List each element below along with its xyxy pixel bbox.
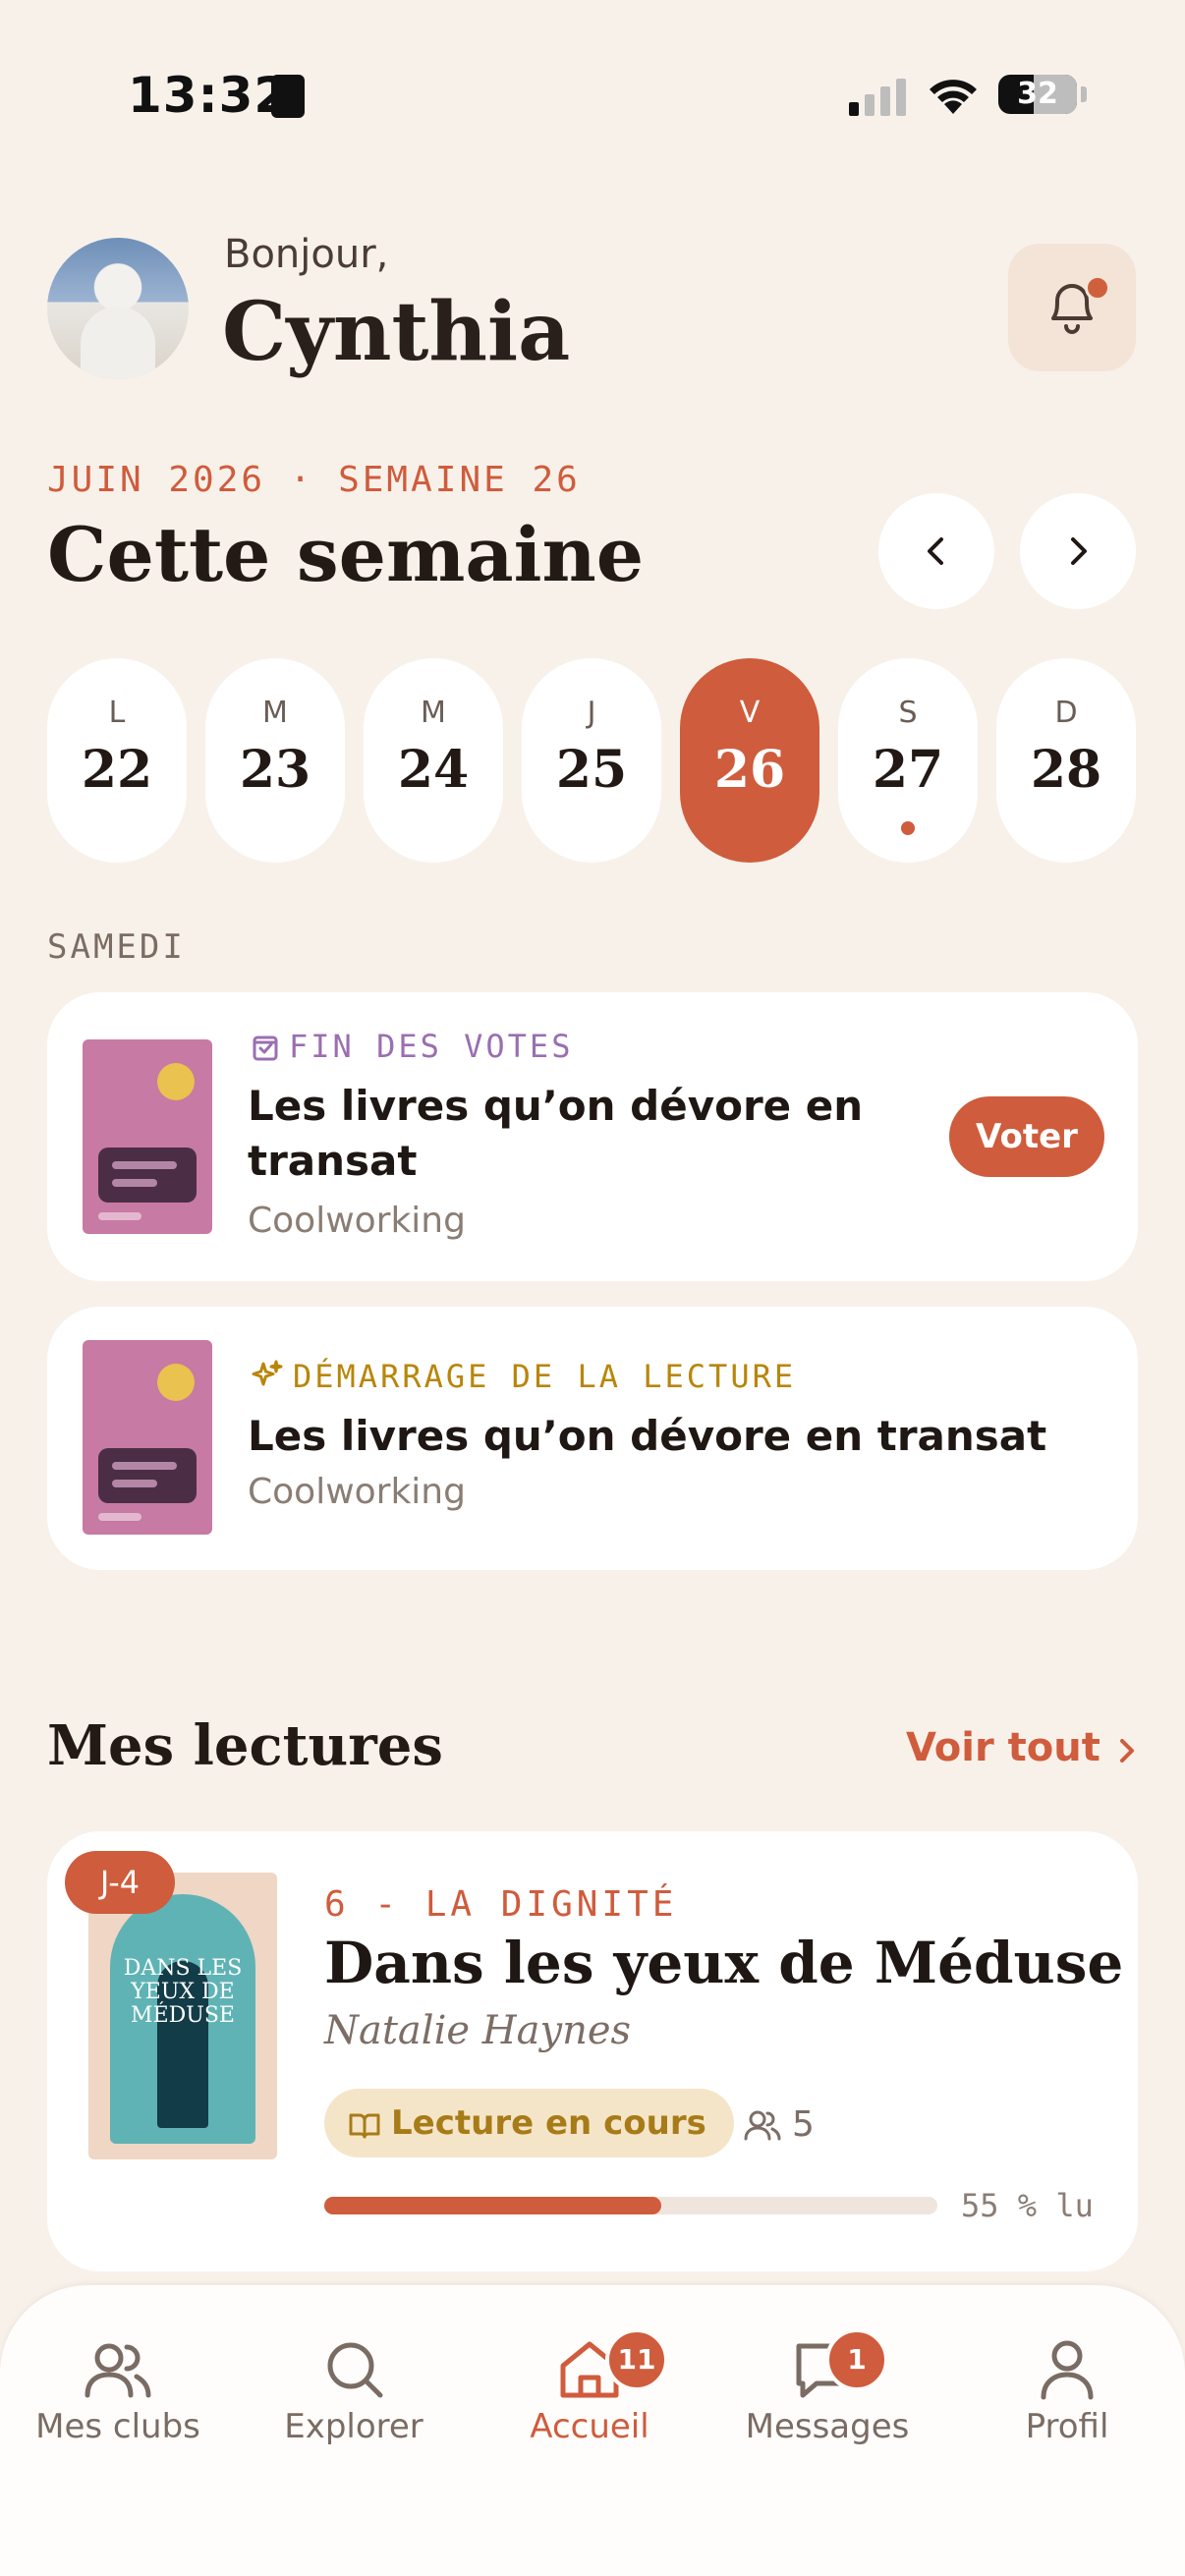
event-club: Coolworking bbox=[248, 1201, 466, 1241]
day-letter: L bbox=[108, 696, 126, 730]
next-week-button[interactable] bbox=[1020, 493, 1136, 609]
chevron-right-icon bbox=[1119, 1739, 1134, 1763]
countdown-badge: J-4 bbox=[65, 1851, 175, 1914]
battery-level: 32 bbox=[1017, 77, 1058, 111]
notification-dot bbox=[1085, 275, 1110, 301]
readings-section-title: Mes lectures bbox=[47, 1713, 443, 1778]
wifi-icon bbox=[930, 80, 977, 114]
search-icon bbox=[327, 2342, 383, 2398]
cover-text: DANS LES YEUX DE MÉDUSE bbox=[123, 1956, 243, 2028]
book-card[interactable]: DANS LES YEUX DE MÉDUSE J-4 6 - LA DIGNI… bbox=[47, 1831, 1138, 2271]
day-number: 22 bbox=[81, 740, 153, 800]
users-icon bbox=[85, 2343, 151, 2398]
greeting: Bonjour, bbox=[224, 232, 389, 277]
avatar[interactable] bbox=[47, 238, 189, 379]
sim-card-icon bbox=[271, 75, 305, 118]
user-name: Cynthia bbox=[222, 285, 571, 379]
tab-label: Messages bbox=[745, 2407, 910, 2446]
open-book-icon bbox=[349, 2113, 380, 2139]
battery-icon: 32 bbox=[998, 75, 1077, 114]
day-letter: D bbox=[1054, 696, 1078, 730]
previous-week-button[interactable] bbox=[878, 493, 994, 609]
tab-label: Mes clubs bbox=[35, 2407, 200, 2446]
tab-label: Accueil bbox=[530, 2407, 649, 2446]
day-sunday[interactable]: D 28 bbox=[996, 658, 1136, 863]
user-icon bbox=[1041, 2340, 1094, 2400]
sparkles-icon bbox=[252, 1360, 283, 1386]
reading-progress-label: 55 % lu bbox=[961, 2187, 1094, 2224]
day-thursday[interactable]: J 25 bbox=[522, 658, 661, 863]
tab-badge: 1 bbox=[825, 2328, 888, 2391]
chevron-right-icon bbox=[1071, 537, 1087, 565]
book-cover: DANS LES YEUX DE MÉDUSE bbox=[88, 1873, 277, 2159]
day-wednesday[interactable]: M 24 bbox=[364, 658, 503, 863]
event-title: Les livres qu’on dévore en transat bbox=[248, 1079, 863, 1189]
club-members: 5 bbox=[743, 2104, 815, 2145]
tab-badge: 11 bbox=[605, 2328, 668, 2391]
club-thumbnail bbox=[83, 1039, 212, 1234]
reading-status-label: Lecture en cours bbox=[391, 2103, 706, 2143]
event-tag: FIN DES VOTES bbox=[250, 1028, 573, 1065]
event-tag: DÉMARRAGE DE LA LECTURE bbox=[250, 1358, 796, 1395]
event-card-vote[interactable]: FIN DES VOTES Les livres qu’on dévore en… bbox=[47, 992, 1138, 1281]
book-author: Natalie Haynes bbox=[324, 2008, 632, 2053]
notifications-button[interactable] bbox=[1008, 244, 1136, 371]
tab-messages[interactable]: 1 Messages bbox=[709, 2328, 945, 2446]
schedule-day-label: SAMEDI bbox=[47, 927, 186, 967]
tab-mes-clubs[interactable]: Mes clubs bbox=[0, 2338, 236, 2446]
day-number: 25 bbox=[555, 740, 628, 800]
members-count: 5 bbox=[792, 2104, 815, 2145]
event-card-reading-start[interactable]: DÉMARRAGE DE LA LECTURE Les livres qu’on… bbox=[47, 1307, 1138, 1570]
week-title: Cette semaine bbox=[47, 511, 645, 598]
club-thumbnail bbox=[83, 1340, 212, 1535]
signal-icon bbox=[849, 79, 906, 116]
day-letter: J bbox=[587, 696, 596, 730]
event-tag-label: DÉMARRAGE DE LA LECTURE bbox=[293, 1358, 797, 1395]
day-number: 26 bbox=[713, 740, 786, 800]
users-icon bbox=[744, 2110, 781, 2141]
tab-bar: Mes clubs Explorer 11 Accueil 1 Messages… bbox=[0, 2285, 1185, 2576]
day-number: 23 bbox=[239, 740, 311, 800]
battery-tip bbox=[1081, 86, 1087, 102]
event-dot bbox=[901, 821, 915, 835]
event-tag-label: FIN DES VOTES bbox=[289, 1028, 574, 1065]
event-club: Coolworking bbox=[248, 1472, 466, 1512]
day-number: 28 bbox=[1030, 740, 1102, 800]
day-number: 27 bbox=[872, 740, 944, 800]
tab-label: Profil bbox=[1025, 2407, 1109, 2446]
day-number: 24 bbox=[397, 740, 470, 800]
see-all-label: Voir tout bbox=[906, 1725, 1100, 1770]
week-label: JUIN 2026 · SEMAINE 26 bbox=[47, 460, 581, 500]
see-all-link[interactable]: Voir tout bbox=[906, 1725, 1140, 1770]
reading-progress-bar bbox=[324, 2197, 937, 2214]
tab-profil[interactable]: Profil bbox=[949, 2338, 1185, 2446]
event-title-line-1: Les livres qu’on dévore en bbox=[248, 1082, 864, 1130]
chevron-left-icon bbox=[928, 537, 943, 565]
day-friday-selected[interactable]: V 26 bbox=[680, 658, 819, 863]
day-letter: M bbox=[421, 696, 446, 730]
day-letter: M bbox=[262, 696, 288, 730]
tab-label: Explorer bbox=[284, 2407, 423, 2446]
day-monday[interactable]: L 22 bbox=[47, 658, 187, 863]
tab-accueil[interactable]: 11 Accueil bbox=[472, 2328, 707, 2446]
reading-status-pill[interactable]: Lecture en cours bbox=[324, 2089, 734, 2157]
reading-progress-fill bbox=[324, 2197, 662, 2214]
book-chapter: 6 - LA DIGNITÉ bbox=[324, 1884, 678, 1925]
week-days-strip: L 22 M 23 M 24 J 25 V 26 S 27 D 28 bbox=[47, 658, 1138, 863]
day-letter: S bbox=[898, 696, 918, 730]
event-title-line-2: transat bbox=[248, 1137, 418, 1185]
day-saturday[interactable]: S 27 bbox=[838, 658, 978, 863]
day-tuesday[interactable]: M 23 bbox=[205, 658, 345, 863]
book-title: Dans les yeux de Méduse bbox=[324, 1930, 1124, 1996]
day-letter: V bbox=[739, 696, 761, 730]
tab-explorer[interactable]: Explorer bbox=[236, 2338, 472, 2446]
vote-check-icon bbox=[253, 1036, 278, 1061]
status-time: 13:32 bbox=[128, 67, 290, 124]
vote-button[interactable]: Voter bbox=[949, 1096, 1104, 1177]
status-bar: 13:32 32 bbox=[0, 0, 1185, 196]
event-title: Les livres qu’on dévore en transat bbox=[248, 1412, 1047, 1460]
